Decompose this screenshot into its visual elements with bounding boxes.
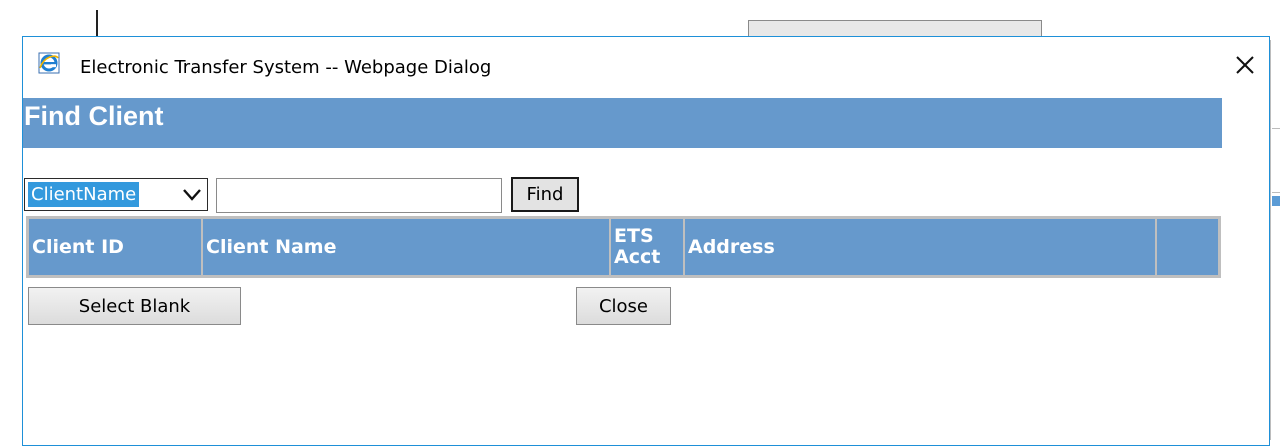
- dialog-titlebar: Electronic Transfer System -- Webpage Di…: [23, 37, 1269, 97]
- column-header-ets-acct: ETS Acct: [611, 219, 685, 275]
- select-blank-button[interactable]: Select Blank: [28, 287, 241, 325]
- column-header-client-name: Client Name: [203, 219, 611, 275]
- internet-explorer-icon: [38, 52, 60, 74]
- close-icon[interactable]: [1231, 51, 1259, 79]
- search-row: ClientName Find: [23, 177, 623, 215]
- search-input[interactable]: [216, 178, 502, 213]
- results-table: Client ID Client Name ETS Acct Address: [26, 216, 1221, 278]
- page-title: Find Client: [24, 101, 164, 131]
- chevron-down-icon: [182, 186, 202, 204]
- column-header-blank: [1157, 219, 1218, 275]
- background-marker: [1272, 196, 1280, 206]
- column-header-ets-acct-label: ETS Acct: [614, 225, 661, 268]
- results-table-header: Client ID Client Name ETS Acct Address: [29, 219, 1218, 275]
- background-panel-edge: [1270, 40, 1280, 440]
- find-button[interactable]: Find: [511, 177, 579, 212]
- dialog-title: Electronic Transfer System -- Webpage Di…: [80, 57, 492, 78]
- close-button[interactable]: Close: [576, 287, 671, 325]
- background-divider: [1272, 192, 1280, 193]
- search-field-selected-value: ClientName: [28, 182, 140, 207]
- page-header-banner: Find Client: [23, 98, 1222, 148]
- search-field-select[interactable]: ClientName: [24, 178, 208, 211]
- background-divider: [1272, 128, 1280, 129]
- column-header-client-id: Client ID: [29, 219, 203, 275]
- column-header-address: Address: [685, 219, 1157, 275]
- webpage-dialog: Electronic Transfer System -- Webpage Di…: [22, 36, 1270, 446]
